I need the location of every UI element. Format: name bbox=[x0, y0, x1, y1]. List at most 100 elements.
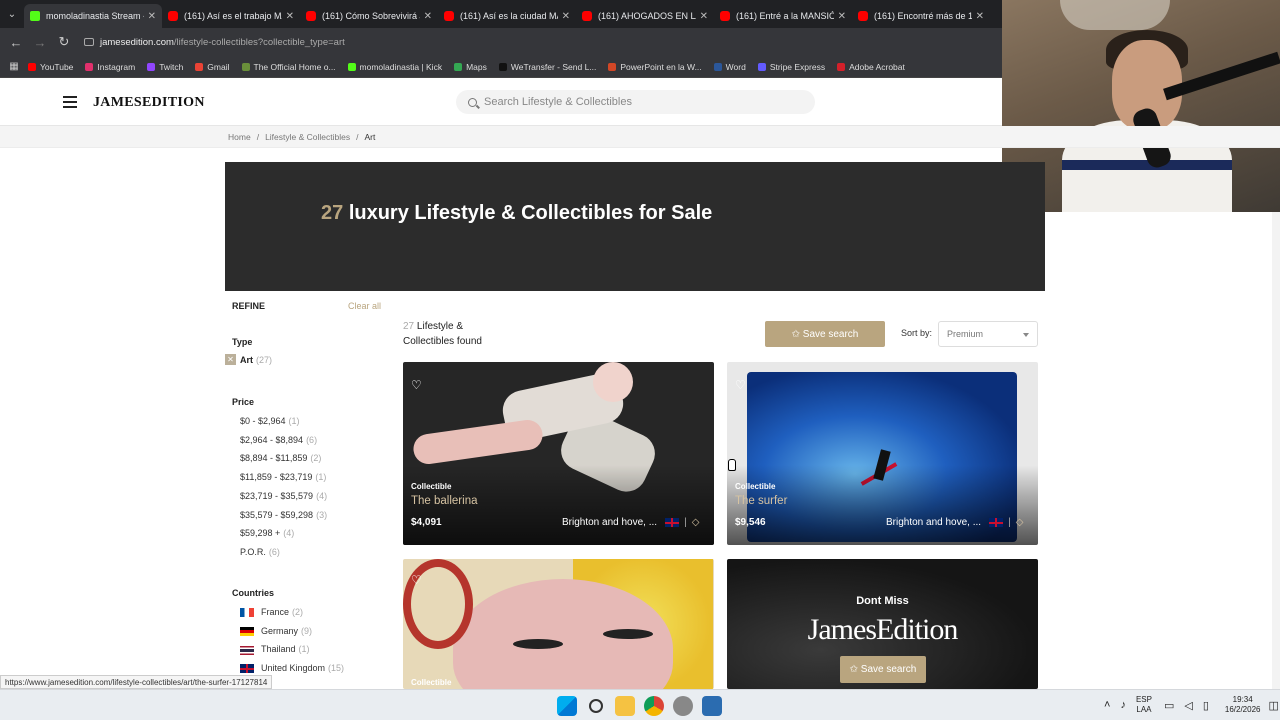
price-filter-option[interactable]: $8,894 - $11,859 (2) bbox=[240, 453, 321, 463]
bookmark-favicon-icon bbox=[608, 62, 617, 71]
type-filter-art[interactable]: ✕ Art (27) bbox=[225, 354, 272, 365]
tab-close-icon[interactable]: ✕ bbox=[286, 11, 294, 22]
bookmark-label: momoladinastia | Kick bbox=[359, 61, 443, 72]
tab-close-icon[interactable]: ✕ bbox=[424, 11, 432, 22]
chrome-icon[interactable] bbox=[644, 696, 664, 716]
chevron-up-icon[interactable]: ˄ bbox=[1104, 699, 1110, 711]
browser-tab[interactable]: (161) Encontré más de 10 ✕ bbox=[852, 4, 990, 28]
bookmark-item[interactable]: momoladinastia | Kick bbox=[347, 61, 443, 72]
tab-close-icon[interactable]: ✕ bbox=[148, 11, 156, 22]
clock[interactable]: 19:34 16/2/2026 bbox=[1225, 695, 1261, 715]
bookmark-item[interactable]: Instagram bbox=[85, 62, 135, 72]
tab-close-icon[interactable]: ✕ bbox=[562, 11, 570, 22]
forward-arrow-icon[interactable]: → bbox=[28, 35, 52, 50]
bookmark-item[interactable]: Adobe Acrobat bbox=[837, 62, 905, 72]
country-filter-option[interactable]: Thailand (1) bbox=[240, 644, 310, 655]
promo-save-search-button[interactable]: ✩ Save search bbox=[840, 656, 926, 683]
calculator-icon[interactable] bbox=[702, 696, 722, 716]
browser-tab[interactable]: momoladinastia Stream - ✕ bbox=[24, 4, 162, 28]
results-count: 27 Lifestyle & Collectibles found bbox=[403, 319, 503, 349]
tab-title: (161) Así es la ciudad MÁ bbox=[460, 11, 558, 21]
search-placeholder: Search Lifestyle & Collectibles bbox=[484, 96, 632, 108]
apps-grid-icon[interactable]: ▦ bbox=[0, 61, 28, 72]
microphone-icon[interactable]: ♪ bbox=[1120, 699, 1126, 711]
price-filter-option[interactable]: $59,298 + (4) bbox=[240, 528, 294, 538]
filter-label: Art bbox=[240, 354, 253, 365]
bookmark-item[interactable]: Stripe Express bbox=[757, 62, 825, 72]
price-heading: Price bbox=[232, 397, 255, 407]
filter-count: (2) bbox=[310, 453, 322, 464]
browser-tab[interactable]: (161) Así es la ciudad MÁ ✕ bbox=[438, 4, 576, 28]
bookmark-label: Word bbox=[725, 61, 746, 72]
clear-all-link[interactable]: Clear all bbox=[348, 301, 381, 311]
windows-start-icon[interactable] bbox=[557, 696, 577, 716]
save-search-button[interactable]: ✩ Save search bbox=[765, 321, 885, 347]
tab-close-icon[interactable]: ✕ bbox=[838, 11, 846, 22]
price-filter-option[interactable]: $35,579 - $59,298 (3) bbox=[240, 510, 327, 520]
breadcrumb-section[interactable]: Lifestyle & Collectibles bbox=[265, 132, 350, 142]
favorite-heart-icon[interactable]: ♡ bbox=[411, 573, 422, 587]
input-language[interactable]: ESP LAA bbox=[1136, 695, 1152, 715]
search-input[interactable]: Search Lifestyle & Collectibles bbox=[456, 90, 815, 114]
filter-label: $23,719 - $35,579 bbox=[240, 490, 314, 501]
chrome-profile-icon[interactable] bbox=[673, 696, 693, 716]
search-icon[interactable] bbox=[589, 699, 603, 713]
location-text: Brighton and hove, ... bbox=[562, 517, 658, 528]
tab-close-icon[interactable]: ✕ bbox=[700, 11, 708, 22]
price-filter-option[interactable]: $2,964 - $8,894 (6) bbox=[240, 435, 317, 445]
bookmark-item[interactable]: WeTransfer - Send L... bbox=[498, 62, 596, 72]
browser-tab[interactable]: (161) Entré a la MANSIÓN ✕ bbox=[714, 4, 852, 28]
tab-close-icon[interactable]: ✕ bbox=[976, 11, 984, 22]
listing-card[interactable]: ♡ Collectible bbox=[403, 559, 714, 689]
countries-heading: Countries bbox=[232, 588, 275, 598]
listing-card[interactable]: ♡ Collectible The surfer $9,546 Brighton… bbox=[727, 362, 1038, 545]
tab-title: (161) Así es el trabajo MÁ bbox=[184, 11, 282, 21]
bookmark-item[interactable]: The Official Home o... bbox=[241, 62, 336, 72]
back-arrow-icon[interactable]: ← bbox=[4, 35, 28, 50]
bookmark-favicon-icon bbox=[347, 62, 356, 71]
country-filter-option[interactable]: France (2) bbox=[240, 607, 303, 618]
volume-icon[interactable]: ◁ bbox=[1184, 699, 1192, 712]
bookmark-item[interactable]: Twitch bbox=[147, 62, 183, 72]
country-filter-option[interactable]: Germany (9) bbox=[240, 626, 312, 636]
browser-tab[interactable]: (161) Así es el trabajo MÁ ✕ bbox=[162, 4, 300, 28]
address-bar[interactable]: jamesedition.com/lifestyle-collectibles?… bbox=[84, 37, 345, 48]
clock-time: 19:34 bbox=[1232, 695, 1253, 704]
file-explorer-icon[interactable] bbox=[615, 696, 635, 716]
site-info-icon[interactable] bbox=[84, 38, 94, 46]
menu-icon[interactable] bbox=[63, 96, 77, 111]
remove-filter-icon[interactable]: ✕ bbox=[225, 354, 236, 365]
battery-icon[interactable]: ▯ bbox=[1203, 699, 1209, 712]
bookmark-item[interactable]: Gmail bbox=[195, 62, 230, 72]
th-flag-icon bbox=[240, 645, 254, 655]
browser-tab[interactable]: (161) AHOGADOS EN LA ✕ bbox=[576, 4, 714, 28]
price-filter-option[interactable]: $0 - $2,964 (1) bbox=[240, 416, 300, 426]
reload-icon[interactable]: ↻ bbox=[52, 34, 76, 50]
page-scrollbar[interactable] bbox=[1272, 212, 1280, 690]
site-logo[interactable]: JAMESEDITION bbox=[93, 95, 205, 111]
listing-card[interactable]: ♡ Collectible The ballerina $4,091 Brigh… bbox=[403, 362, 714, 545]
filter-count: (3) bbox=[316, 509, 328, 520]
notification-icon[interactable]: ◫ bbox=[1268, 699, 1278, 712]
bookmark-item[interactable]: YouTube bbox=[28, 62, 73, 72]
favorite-heart-icon[interactable]: ♡ bbox=[411, 378, 422, 392]
price-filter-option[interactable]: $23,719 - $35,579 (4) bbox=[240, 491, 327, 501]
price-filter-option[interactable]: $11,859 - $23,719 (1) bbox=[240, 472, 326, 482]
filter-count: (6) bbox=[268, 546, 280, 557]
favorite-heart-icon[interactable]: ♡ bbox=[735, 378, 746, 392]
youtube-icon bbox=[720, 11, 730, 21]
bookmark-item[interactable]: Word bbox=[713, 61, 746, 72]
breadcrumb-home[interactable]: Home bbox=[228, 132, 251, 142]
price-filter-option[interactable]: P.O.R. (6) bbox=[240, 547, 280, 557]
tab-title: momoladinastia Stream - bbox=[46, 11, 144, 21]
tab-search-icon[interactable]: ⌄ bbox=[0, 0, 24, 28]
sort-select[interactable]: Premium bbox=[938, 321, 1038, 347]
country-filter-option[interactable]: United Kingdom (15) bbox=[240, 663, 344, 674]
listing-price: $9,546 bbox=[735, 517, 766, 528]
bookmark-item[interactable]: Maps bbox=[454, 62, 487, 72]
network-icon[interactable]: ▭ bbox=[1164, 699, 1174, 712]
bookmark-item[interactable]: PowerPoint en la W... bbox=[608, 62, 702, 72]
sort-value: Premium bbox=[947, 329, 984, 339]
type-heading: Type bbox=[232, 337, 253, 347]
browser-tab[interactable]: (161) Cómo Sobrevivirá Ja ✕ bbox=[300, 4, 438, 28]
